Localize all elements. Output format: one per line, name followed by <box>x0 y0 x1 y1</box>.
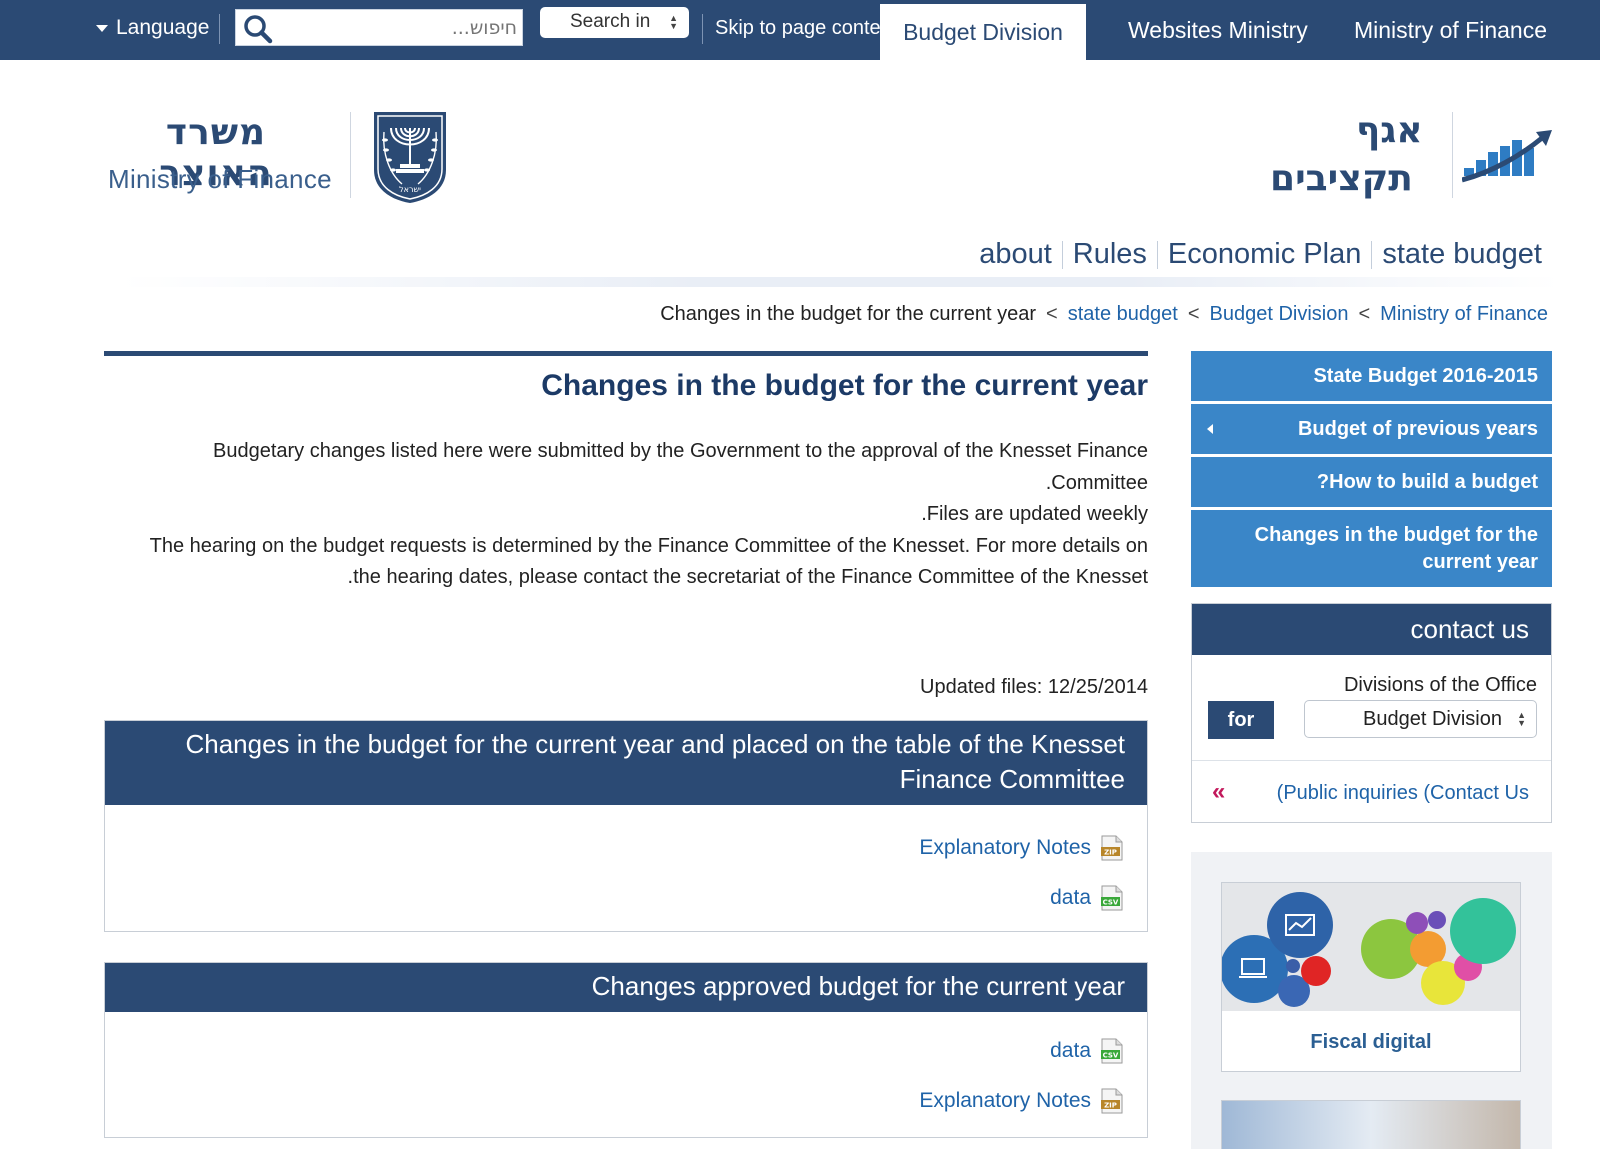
caret-left-icon <box>1207 424 1213 434</box>
language-dropdown[interactable]: Language <box>96 16 209 40</box>
divisions-label: Divisions of the Office <box>1343 674 1537 696</box>
side-menu-item-how-to-build[interactable]: ?How to build a budget <box>1191 457 1552 507</box>
explanatory-notes-link[interactable]: Explanatory Notes <box>919 1089 1091 1113</box>
data-link[interactable]: data <box>1050 886 1091 910</box>
zip-file-icon[interactable]: ZIP <box>1101 1088 1123 1114</box>
csv-file-icon[interactable]: CSV <box>1101 885 1123 911</box>
nav-item-economic-plan[interactable]: Economic Plan <box>1168 238 1361 271</box>
files-panel: Changes in the budget for the current ye… <box>104 720 1148 932</box>
intro-line: Budgetary changes listed here were submi… <box>213 440 1148 494</box>
nav-item-about[interactable]: about <box>979 238 1052 271</box>
select-arrows-icon: ▲ ▼ <box>669 13 678 31</box>
nav-item-state-budget[interactable]: state budget <box>1382 238 1542 271</box>
divider <box>219 14 220 44</box>
fiscal-digital-image <box>1222 883 1520 1011</box>
side-menu-item-state-budget[interactable]: State Budget 2016-2015 <box>1191 351 1552 401</box>
divider <box>1061 240 1063 269</box>
emblem-text: ישראל <box>399 185 421 194</box>
side-menu-item-previous-years[interactable]: Budget of previous years <box>1191 404 1552 454</box>
page-title: Changes in the budget for the current ye… <box>541 369 1148 402</box>
promo-area: Fiscal digital <box>1191 852 1552 1149</box>
nav-item-rules[interactable]: Rules <box>1073 238 1147 271</box>
zip-file-icon[interactable]: ZIP <box>1101 835 1123 861</box>
budget-division-logo-icon[interactable] <box>1462 128 1554 186</box>
files-panel: Changes approved budget for the current … <box>104 962 1148 1138</box>
nav-underline <box>120 277 1560 287</box>
divider <box>1192 760 1551 761</box>
breadcrumb-current: Changes in the budget for the current ye… <box>660 303 1037 325</box>
divider <box>350 112 351 198</box>
fiscal-digital-card[interactable]: Fiscal digital <box>1221 882 1521 1072</box>
breadcrumb-separator: < <box>1358 303 1371 325</box>
division-select[interactable]: Budget Division ▲ ▼ <box>1304 700 1537 738</box>
select-arrows-icon: ▲ ▼ <box>1517 710 1526 728</box>
file-row: Explanatory Notes ZIP <box>129 823 1123 873</box>
tab-ministry-of-finance[interactable]: Ministry of Finance <box>1354 17 1547 44</box>
breadcrumb-state-budget[interactable]: state budget <box>1068 303 1178 326</box>
breadcrumb: Changes in the budget for the current ye… <box>660 303 1548 326</box>
breadcrumb-separator: < <box>1187 303 1200 325</box>
state-emblem-icon[interactable]: ישראל <box>370 108 450 204</box>
search-in-label: Search in <box>570 11 651 32</box>
file-row: data CSV <box>129 873 1123 923</box>
side-menu-item-changes-current-year[interactable]: Changes in the budget for the current ye… <box>1191 510 1552 587</box>
intro-line: Files are updated weekly. <box>921 503 1148 525</box>
file-list: Explanatory Notes ZIP data CSV <box>105 805 1147 923</box>
search-box <box>233 7 525 48</box>
content-top-rule <box>104 351 1148 356</box>
breadcrumb-budget-division[interactable]: Budget Division <box>1210 303 1349 326</box>
svg-text:CSV: CSV <box>1103 1052 1119 1060</box>
fiscal-digital-label: Fiscal digital <box>1310 1031 1432 1053</box>
double-arrow-icon: « <box>1212 778 1226 805</box>
top-bar: Language Search in ▲▼ Skip to page conte… <box>0 0 1600 60</box>
tab-budget-division[interactable]: Budget Division <box>880 4 1086 60</box>
intro-line: The hearing on the budget requests is de… <box>149 534 1148 589</box>
file-row: data CSV <box>129 1026 1123 1076</box>
side-menu: State Budget 2016-2015 Budget of previou… <box>1191 351 1552 590</box>
language-label: Language <box>116 16 210 39</box>
breadcrumb-separator: < <box>1046 303 1058 325</box>
side-menu-label: Budget of previous years <box>1297 418 1538 440</box>
divider <box>1452 112 1453 198</box>
intro-text: Budgetary changes listed here were submi… <box>120 436 1148 594</box>
panel-title: Changes in the budget for the current ye… <box>105 721 1147 805</box>
skip-to-content-link[interactable]: Skip to page content <box>715 17 883 40</box>
file-row: Explanatory Notes ZIP <box>129 1076 1123 1126</box>
data-link[interactable]: data <box>1050 1039 1091 1063</box>
contact-box: contact us Divisions of the Office for B… <box>1191 603 1552 823</box>
divider <box>702 14 703 44</box>
for-button[interactable]: for <box>1208 701 1274 739</box>
svg-text:ZIP: ZIP <box>1104 1102 1117 1110</box>
division-hebrew-line2[interactable]: תקציבים <box>1270 158 1413 199</box>
divider <box>1371 240 1373 269</box>
updated-date: Updated files: 12/25/2014 <box>920 676 1148 698</box>
public-inquiries-link[interactable]: (Public inquiries (Contact Us <box>1277 782 1529 805</box>
csv-file-icon[interactable]: CSV <box>1101 1038 1123 1064</box>
division-hebrew-line1[interactable]: אגף <box>1356 110 1423 151</box>
main-nav: about Rules Economic Plan state budget <box>979 238 1542 271</box>
svg-text:CSV: CSV <box>1103 899 1119 907</box>
promo-card-photo[interactable] <box>1221 1100 1521 1149</box>
breadcrumb-ministry-of-finance[interactable]: Ministry of Finance <box>1380 303 1548 326</box>
search-input[interactable] <box>281 15 517 41</box>
svg-text:ZIP: ZIP <box>1104 849 1117 857</box>
search-icon[interactable] <box>243 14 273 44</box>
contact-title: contact us <box>1192 604 1551 655</box>
division-select-value: Budget Division <box>1363 708 1502 730</box>
divider <box>1156 240 1158 269</box>
panel-title: Changes approved budget for the current … <box>105 963 1147 1012</box>
explanatory-notes-link[interactable]: Explanatory Notes <box>919 836 1091 860</box>
caret-down-icon <box>96 24 108 32</box>
tab-websites-ministry[interactable]: Websites Ministry <box>1128 17 1308 44</box>
search-in-select[interactable]: Search in ▲ ▼ <box>540 7 689 38</box>
ministry-english-name[interactable]: Ministry of Finance <box>108 164 332 195</box>
file-list: data CSV Explanatory Notes ZIP <box>105 1012 1147 1126</box>
